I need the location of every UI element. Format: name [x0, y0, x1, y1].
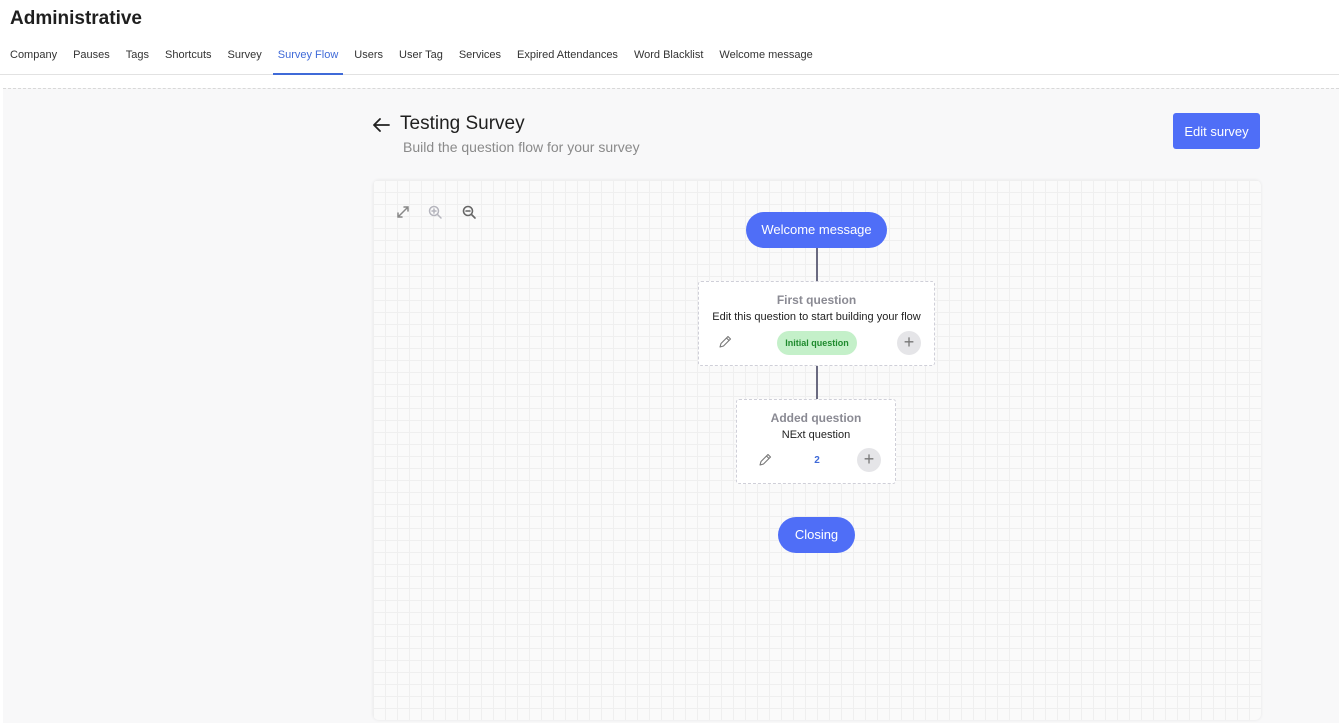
tab-survey-flow[interactable]: Survey Flow [272, 40, 344, 75]
question-node-first[interactable]: First question Edit this question to sta… [698, 281, 935, 366]
question-text: Edit this question to start building you… [712, 311, 921, 323]
tab-users[interactable]: Users [349, 40, 388, 75]
zoom-out-icon[interactable] [461, 204, 477, 220]
add-question-button[interactable]: + [857, 448, 881, 472]
zoom-in-icon[interactable] [427, 204, 443, 220]
question-title: First question [776, 293, 857, 307]
tab-company[interactable]: Company [10, 40, 62, 75]
tab-bar: Company Pauses Tags Shortcuts Survey Sur… [10, 40, 824, 75]
edit-survey-button[interactable]: Edit survey [1173, 113, 1260, 149]
flow-canvas[interactable]: Welcome message First question Edit this… [373, 180, 1261, 720]
question-title: Added question [770, 411, 862, 425]
expand-icon[interactable] [395, 204, 411, 220]
flow-connector [816, 248, 818, 282]
question-number-badge: 2 [814, 455, 820, 466]
add-question-button[interactable]: + [897, 331, 921, 355]
tab-welcome-message[interactable]: Welcome message [714, 40, 817, 75]
tab-services[interactable]: Services [454, 40, 506, 75]
app-header: Administrative Company Pauses Tags Short… [0, 0, 1339, 75]
page-title: Testing Survey [400, 113, 525, 134]
tab-expired-attendances[interactable]: Expired Attendances [512, 40, 623, 75]
app-title: Administrative [10, 8, 142, 29]
pencil-icon[interactable] [757, 452, 773, 468]
tab-user-tag[interactable]: User Tag [394, 40, 448, 75]
tab-pauses[interactable]: Pauses [68, 40, 115, 75]
pencil-icon[interactable] [717, 334, 733, 350]
closing-node[interactable]: Closing [778, 517, 855, 553]
back-arrow-icon[interactable] [369, 113, 393, 137]
tab-tags[interactable]: Tags [121, 40, 154, 75]
initial-question-badge: Initial question [777, 331, 857, 355]
flow-connector [816, 366, 818, 400]
question-text: NExt question [781, 429, 851, 441]
question-node-added[interactable]: Added question NExt question 2 + [736, 399, 896, 484]
tab-survey[interactable]: Survey [223, 40, 267, 75]
tab-word-blacklist[interactable]: Word Blacklist [629, 40, 708, 75]
welcome-message-node[interactable]: Welcome message [746, 212, 887, 248]
page-subtitle: Build the question flow for your survey [403, 139, 640, 155]
tab-shortcuts[interactable]: Shortcuts [160, 40, 216, 75]
